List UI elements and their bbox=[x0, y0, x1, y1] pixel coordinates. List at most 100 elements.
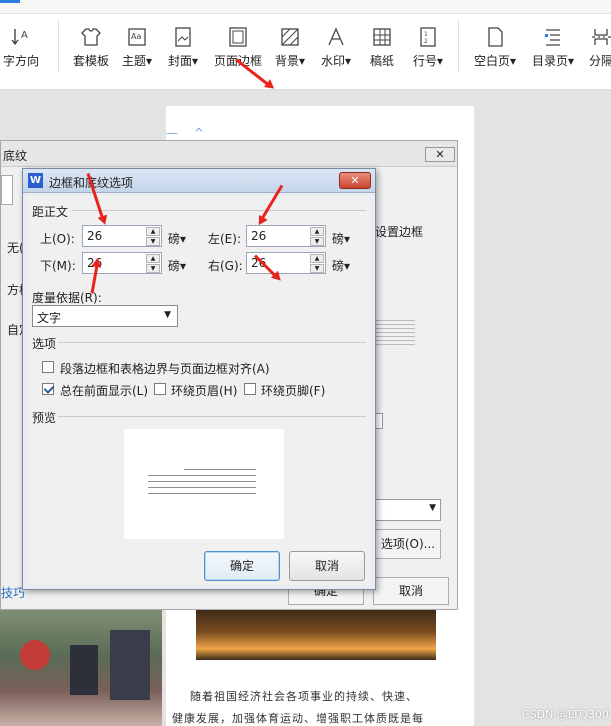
theme-button[interactable]: Aa 主题▾ bbox=[118, 20, 156, 78]
ribbon-separator bbox=[58, 20, 59, 72]
align-borders-checkbox[interactable] bbox=[42, 361, 54, 373]
chevron-down-icon: ▼ bbox=[429, 503, 436, 513]
manuscript-icon bbox=[371, 26, 393, 48]
manuscript-button[interactable]: 稿纸 bbox=[366, 20, 398, 78]
surround-header-checkbox[interactable] bbox=[154, 383, 166, 395]
background-icon bbox=[279, 26, 301, 48]
inner-ok-button[interactable]: 确定 bbox=[204, 551, 280, 581]
group-divider bbox=[72, 210, 366, 211]
options-group-label: 选项 bbox=[32, 337, 57, 351]
outer-dialog-titlebar: 底纹 ✕ bbox=[1, 141, 457, 167]
csdn-watermark: CSDN @LTQ300 bbox=[522, 708, 609, 721]
outer-apply-control[interactable] bbox=[375, 413, 383, 429]
spin-down-icon[interactable]: ▼ bbox=[310, 237, 324, 246]
template-label: 套模板 bbox=[72, 54, 109, 68]
spin-up-icon[interactable]: ▲ bbox=[310, 254, 324, 263]
page-border-icon bbox=[227, 26, 249, 48]
blank-page-button[interactable]: 空白页▾ bbox=[470, 20, 520, 78]
bottom-margin-label: 下(M): bbox=[40, 259, 76, 273]
active-tab-indicator bbox=[0, 0, 20, 3]
spin-up-icon[interactable]: ▲ bbox=[146, 254, 160, 263]
spin-down-icon[interactable]: ▼ bbox=[146, 264, 160, 273]
blank-page-label: 空白页▾ bbox=[473, 54, 517, 68]
right-unit-dropdown[interactable]: 磅▾ bbox=[332, 257, 350, 274]
outer-cancel-button[interactable]: 取消 bbox=[373, 577, 449, 605]
inner-cancel-button[interactable]: 取消 bbox=[289, 551, 365, 581]
left-margin-label: 左(E): bbox=[208, 232, 241, 246]
apply-to-select[interactable]: ▼ bbox=[375, 499, 441, 521]
left-unit-dropdown[interactable]: 磅▾ bbox=[332, 230, 350, 247]
left-margin-spinner[interactable]: 26 ▲ ▼ bbox=[246, 225, 326, 247]
right-margin-label: 右(G): bbox=[208, 259, 243, 273]
text-direction-button[interactable]: A 字方向 bbox=[0, 20, 42, 78]
page-border-button[interactable]: 页面边框 bbox=[210, 20, 266, 78]
outer-close-button[interactable]: ✕ bbox=[425, 147, 455, 162]
top-margin-value[interactable]: 26 bbox=[87, 229, 102, 243]
blank-page-icon bbox=[484, 26, 506, 48]
outer-dialog-title: 底纹 bbox=[3, 149, 28, 163]
template-button[interactable]: 套模板 bbox=[70, 20, 112, 78]
measure-from-select[interactable]: 文字 ▼ bbox=[32, 305, 178, 327]
section-label: 分隔 bbox=[588, 54, 611, 68]
spin-down-icon[interactable]: ▼ bbox=[310, 264, 324, 273]
align-borders-label: 段落边框和表格边界与页面边框对齐(A) bbox=[60, 362, 270, 376]
chevron-down-icon: ▼ bbox=[164, 310, 171, 320]
ribbon-separator bbox=[458, 20, 459, 72]
inner-close-button[interactable]: ✕ bbox=[339, 172, 371, 189]
svg-text:1: 1 bbox=[424, 31, 428, 38]
top-margin-spinner[interactable]: 26 ▲ ▼ bbox=[82, 225, 162, 247]
inner-dialog-body: 距正文 上(O): 26 ▲ ▼ 磅▾ 左(E): 26 ▲ ▼ 磅▾ 下(M): … bbox=[28, 195, 370, 585]
manuscript-label: 稿纸 bbox=[369, 54, 394, 68]
svg-text:2: 2 bbox=[424, 38, 428, 45]
options-button[interactable]: 选项(O)... bbox=[375, 529, 441, 559]
theme-label: 主题▾ bbox=[121, 54, 153, 68]
group-divider bbox=[58, 416, 366, 417]
toc-page-button[interactable]: 目录页▾ bbox=[528, 20, 578, 78]
wps-writer-icon: W bbox=[28, 173, 43, 188]
watermark-button[interactable]: 水印▾ bbox=[316, 20, 356, 78]
svg-text:A: A bbox=[21, 30, 28, 41]
text-direction-icon: A bbox=[10, 26, 32, 48]
cover-label: 封面▾ bbox=[167, 54, 199, 68]
top-unit-dropdown[interactable]: 磅▾ bbox=[168, 230, 186, 247]
theme-icon: Aa bbox=[126, 26, 148, 48]
always-front-label: 总在前面显示(L) bbox=[60, 384, 149, 398]
right-margin-spinner[interactable]: 26 ▲ ▼ bbox=[246, 252, 326, 274]
surround-header-label: 环绕页眉(H) bbox=[171, 384, 238, 398]
preview-line bbox=[184, 469, 256, 470]
spin-up-icon[interactable]: ▲ bbox=[310, 227, 324, 236]
always-front-checkbox[interactable] bbox=[42, 383, 54, 395]
toc-page-label: 目录页▾ bbox=[531, 54, 575, 68]
document-photo-people bbox=[0, 610, 162, 726]
preview-line bbox=[148, 475, 256, 476]
outer-tab-strip[interactable] bbox=[1, 175, 13, 205]
ribbon-tab-strip bbox=[0, 0, 611, 14]
text-direction-label: 字方向 bbox=[2, 54, 39, 68]
cover-icon bbox=[172, 26, 194, 48]
document-paragraph: 随着祖国经济社会各项事业的持续、快速、 bbox=[190, 690, 418, 703]
surround-footer-checkbox[interactable] bbox=[244, 383, 256, 395]
spin-up-icon[interactable]: ▲ bbox=[146, 227, 160, 236]
spin-down-icon[interactable]: ▼ bbox=[146, 237, 160, 246]
toc-icon bbox=[542, 26, 564, 48]
page-decoration: — ^ ^ ^ bbox=[166, 126, 210, 154]
bottom-unit-dropdown[interactable]: 磅▾ bbox=[168, 257, 186, 274]
inner-dialog-titlebar: W 边框和底纹选项 ✕ bbox=[23, 169, 375, 193]
left-margin-value[interactable]: 26 bbox=[251, 229, 266, 243]
close-icon: ✕ bbox=[435, 148, 445, 161]
section-button[interactable]: 分隔 bbox=[586, 20, 611, 78]
close-icon: ✕ bbox=[350, 174, 360, 187]
watermark-icon bbox=[325, 26, 347, 48]
surround-footer-label: 环绕页脚(F) bbox=[261, 384, 326, 398]
background-button[interactable]: 背景▾ bbox=[270, 20, 310, 78]
document-photo-sunset bbox=[196, 604, 436, 660]
set-border-hint: 设置边框 bbox=[375, 225, 424, 239]
border-options-dialog: W 边框和底纹选项 ✕ 距正文 上(O): 26 ▲▼ 磅▾ 左(E): 26 … bbox=[22, 168, 376, 590]
preview-group-label: 预览 bbox=[32, 411, 57, 425]
cover-button[interactable]: 封面▾ bbox=[164, 20, 202, 78]
document-paragraph: 健康发展，加强体育运动、增强职工体质既是每 bbox=[172, 712, 424, 725]
photo-figure bbox=[20, 640, 50, 670]
line-number-button[interactable]: 12 行号▾ bbox=[408, 20, 448, 78]
line-number-icon: 12 bbox=[417, 26, 439, 48]
group-divider bbox=[58, 342, 366, 343]
